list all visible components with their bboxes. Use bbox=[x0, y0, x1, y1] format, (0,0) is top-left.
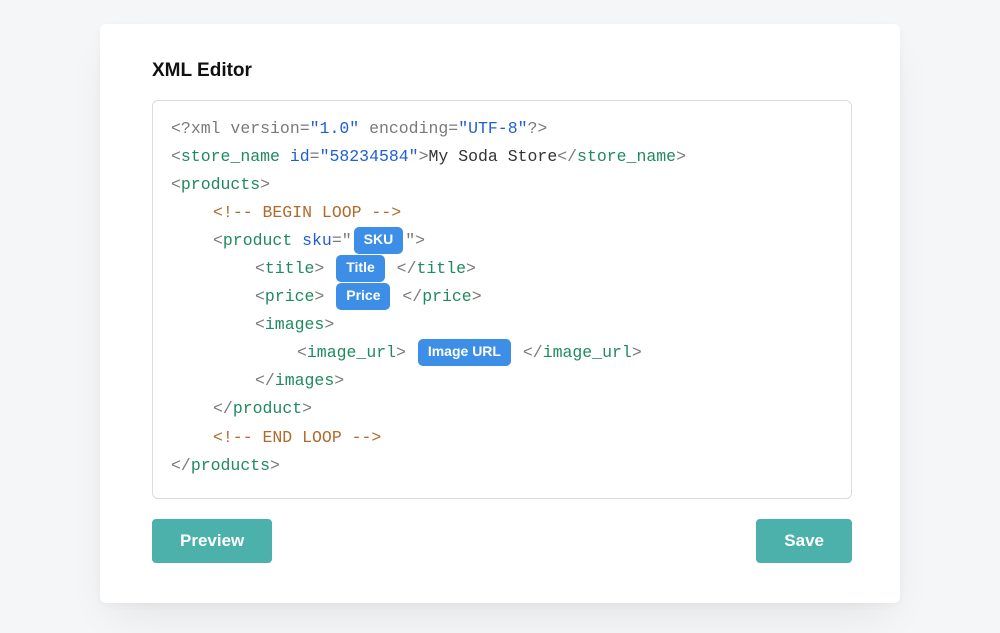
xml-punct: > bbox=[396, 343, 406, 362]
attr-id: id bbox=[290, 147, 310, 166]
xml-editor-card: XML Editor <?xml version="1.0" encoding=… bbox=[100, 24, 900, 603]
tag-title-close: title bbox=[416, 259, 466, 278]
xml-code-editor[interactable]: <?xml version="1.0" encoding="UTF-8"?> <… bbox=[152, 100, 852, 499]
xml-punct: > bbox=[324, 315, 334, 334]
attr-sku: sku bbox=[302, 231, 332, 250]
save-button[interactable]: Save bbox=[756, 519, 852, 563]
xml-punct: < bbox=[255, 259, 265, 278]
tag-image-url-close: image_url bbox=[543, 343, 632, 362]
xml-punct: </ bbox=[402, 287, 422, 306]
code-line: <!-- BEGIN LOOP --> bbox=[171, 199, 833, 227]
end-loop-comment: <!-- END LOOP --> bbox=[213, 428, 381, 447]
xml-punct: = bbox=[448, 119, 458, 138]
xml-punct: < bbox=[255, 287, 265, 306]
tag-product: product bbox=[223, 231, 292, 250]
code-line: </images> bbox=[171, 367, 833, 395]
attr-id-value: "58234584" bbox=[320, 147, 419, 166]
xml-punct: < bbox=[255, 315, 265, 334]
code-line: <images> bbox=[171, 311, 833, 339]
tag-store-name: store_name bbox=[181, 147, 280, 166]
tag-images: images bbox=[265, 315, 324, 334]
xml-punct: > bbox=[632, 343, 642, 362]
action-bar: Preview Save bbox=[152, 519, 852, 563]
xml-punct: < bbox=[171, 175, 181, 194]
code-line: <product sku="SKU"> bbox=[171, 227, 833, 255]
tag-product-close: product bbox=[233, 399, 302, 418]
xml-punct: </ bbox=[523, 343, 543, 362]
xml-decl bbox=[359, 119, 369, 138]
code-line: <image_url> Image URL </image_url> bbox=[171, 339, 833, 367]
xml-punct: <? bbox=[171, 119, 191, 138]
xml-punct: > bbox=[314, 287, 324, 306]
xml-punct: < bbox=[171, 147, 181, 166]
code-line: </product> bbox=[171, 395, 833, 423]
xml-punct: > bbox=[270, 456, 280, 475]
tag-products: products bbox=[181, 175, 260, 194]
preview-button[interactable]: Preview bbox=[152, 519, 272, 563]
xml-punct: < bbox=[297, 343, 307, 362]
tag-price: price bbox=[265, 287, 315, 306]
xml-punct bbox=[280, 147, 290, 166]
xml-punct: > bbox=[676, 147, 686, 166]
price-pill[interactable]: Price bbox=[336, 283, 390, 310]
code-line: <title> Title </title> bbox=[171, 255, 833, 283]
tag-title: title bbox=[265, 259, 315, 278]
xml-punct: =" bbox=[332, 231, 352, 250]
code-line: <products> bbox=[171, 171, 833, 199]
xml-punct: > bbox=[314, 259, 324, 278]
tag-store-name-close: store_name bbox=[577, 147, 676, 166]
store-name-text: My Soda Store bbox=[429, 147, 558, 166]
xml-punct: > bbox=[466, 259, 476, 278]
tag-products-close: products bbox=[191, 456, 270, 475]
code-line: </products> bbox=[171, 452, 833, 480]
xml-punct: "> bbox=[405, 231, 425, 250]
xml-punct: > bbox=[302, 399, 312, 418]
title-pill[interactable]: Title bbox=[336, 255, 385, 282]
xml-punct: = bbox=[310, 147, 320, 166]
sku-pill[interactable]: SKU bbox=[354, 227, 404, 254]
begin-loop-comment: <!-- BEGIN LOOP --> bbox=[213, 203, 401, 222]
xml-punct: > bbox=[472, 287, 482, 306]
xml-punct: </ bbox=[557, 147, 577, 166]
xml-punct: </ bbox=[397, 259, 417, 278]
code-line: <store_name id="58234584">My Soda Store<… bbox=[171, 143, 833, 171]
code-line: <price> Price </price> bbox=[171, 283, 833, 311]
xml-punct: ?> bbox=[528, 119, 548, 138]
code-line: <!-- END LOOP --> bbox=[171, 424, 833, 452]
tag-image-url: image_url bbox=[307, 343, 396, 362]
xml-punct: = bbox=[300, 119, 310, 138]
tag-price-close: price bbox=[422, 287, 472, 306]
xml-punct: </ bbox=[171, 456, 191, 475]
xml-punct: < bbox=[213, 231, 223, 250]
xml-punct: </ bbox=[255, 371, 275, 390]
xml-decl: xml bbox=[191, 119, 231, 138]
code-line: <?xml version="1.0" encoding="UTF-8"?> bbox=[171, 115, 833, 143]
xml-encoding-value: "UTF-8" bbox=[458, 119, 527, 138]
xml-version-value: "1.0" bbox=[310, 119, 360, 138]
xml-punct: > bbox=[334, 371, 344, 390]
xml-version-label: version bbox=[230, 119, 299, 138]
xml-punct: </ bbox=[213, 399, 233, 418]
image-url-pill[interactable]: Image URL bbox=[418, 339, 511, 366]
xml-punct: > bbox=[260, 175, 270, 194]
xml-punct: > bbox=[419, 147, 429, 166]
xml-encoding-label: encoding bbox=[369, 119, 448, 138]
xml-punct bbox=[292, 231, 302, 250]
tag-images-close: images bbox=[275, 371, 334, 390]
page-title: XML Editor bbox=[152, 60, 852, 82]
